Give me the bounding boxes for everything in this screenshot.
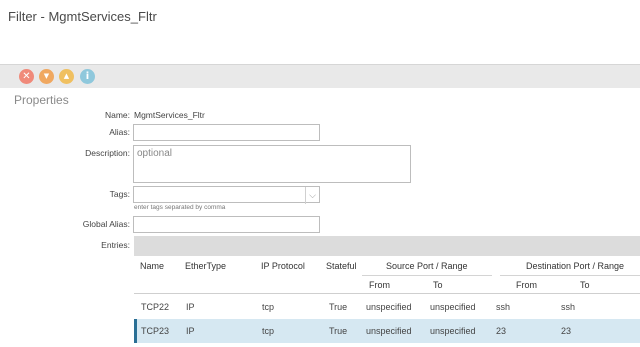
entries-toolbar (134, 236, 640, 256)
col-source-port[interactable]: Source Port / Range (386, 261, 468, 271)
col-stateful[interactable]: Stateful (326, 261, 357, 271)
source-port-divider (362, 275, 492, 276)
chevron-down-icon[interactable]: ⌵ (305, 187, 319, 204)
table-row[interactable]: TCP22 IP tcp True unspecified unspecifie… (134, 295, 640, 319)
tags-select[interactable]: ⌵ (133, 186, 320, 204)
col-name[interactable]: Name (140, 261, 164, 271)
cell-destination-to: ssh (561, 302, 576, 312)
cell-ethertype: IP (186, 326, 195, 336)
fault-icon[interactable]: ▼ (39, 69, 54, 84)
cell-ip-protocol: tcp (262, 302, 275, 312)
description-textarea[interactable]: optional (133, 145, 411, 183)
cell-ip-protocol: tcp (262, 326, 275, 336)
global-alias-input[interactable] (133, 216, 320, 233)
name-label: Name: (104, 110, 130, 120)
toolbar: ✕ ▼ ▲ i (0, 64, 640, 88)
destination-port-divider (500, 275, 640, 276)
col-source-to[interactable]: To (433, 280, 443, 290)
description-label: Description: (85, 148, 130, 158)
col-source-from[interactable]: From (369, 280, 390, 290)
cell-stateful: True (329, 302, 348, 312)
table-row-selected[interactable]: TCP23 IP tcp True unspecified unspecifie… (134, 319, 640, 343)
entries-label: Entries: (101, 240, 130, 250)
table-header-divider (134, 293, 640, 294)
cell-ethertype: IP (186, 302, 195, 312)
cell-name: TCP22 (141, 302, 170, 312)
window-title: Filter - MgmtServices_Fltr (8, 9, 157, 24)
cell-source-to: unspecified (430, 326, 476, 336)
col-destination-to[interactable]: To (580, 280, 590, 290)
cell-destination-to: 23 (561, 326, 572, 336)
properties-heading: Properties (14, 93, 69, 107)
tags-hint: enter tags separated by comma (134, 204, 226, 211)
delete-icon[interactable]: ✕ (19, 69, 34, 84)
global-alias-label: Global Alias: (82, 219, 130, 229)
cell-source-from: unspecified (366, 302, 412, 312)
warning-icon[interactable]: ▲ (59, 69, 74, 84)
col-destination-from[interactable]: From (516, 280, 537, 290)
cell-name: TCP23 (141, 326, 170, 336)
cell-destination-from: 23 (496, 326, 507, 336)
col-ethertype[interactable]: EtherType (185, 261, 226, 271)
cell-source-to: unspecified (430, 302, 476, 312)
cell-source-from: unspecified (366, 326, 412, 336)
alias-label: Alias: (109, 127, 130, 137)
cell-destination-from: ssh (496, 302, 511, 312)
alias-input[interactable] (133, 124, 320, 141)
col-destination-port[interactable]: Destination Port / Range (526, 261, 624, 271)
name-value: MgmtServices_Fltr (134, 110, 205, 120)
col-ip-protocol[interactable]: IP Protocol (261, 261, 305, 271)
tags-label: Tags: (109, 189, 130, 199)
cell-stateful: True (329, 326, 348, 336)
info-icon[interactable]: i (80, 69, 95, 84)
